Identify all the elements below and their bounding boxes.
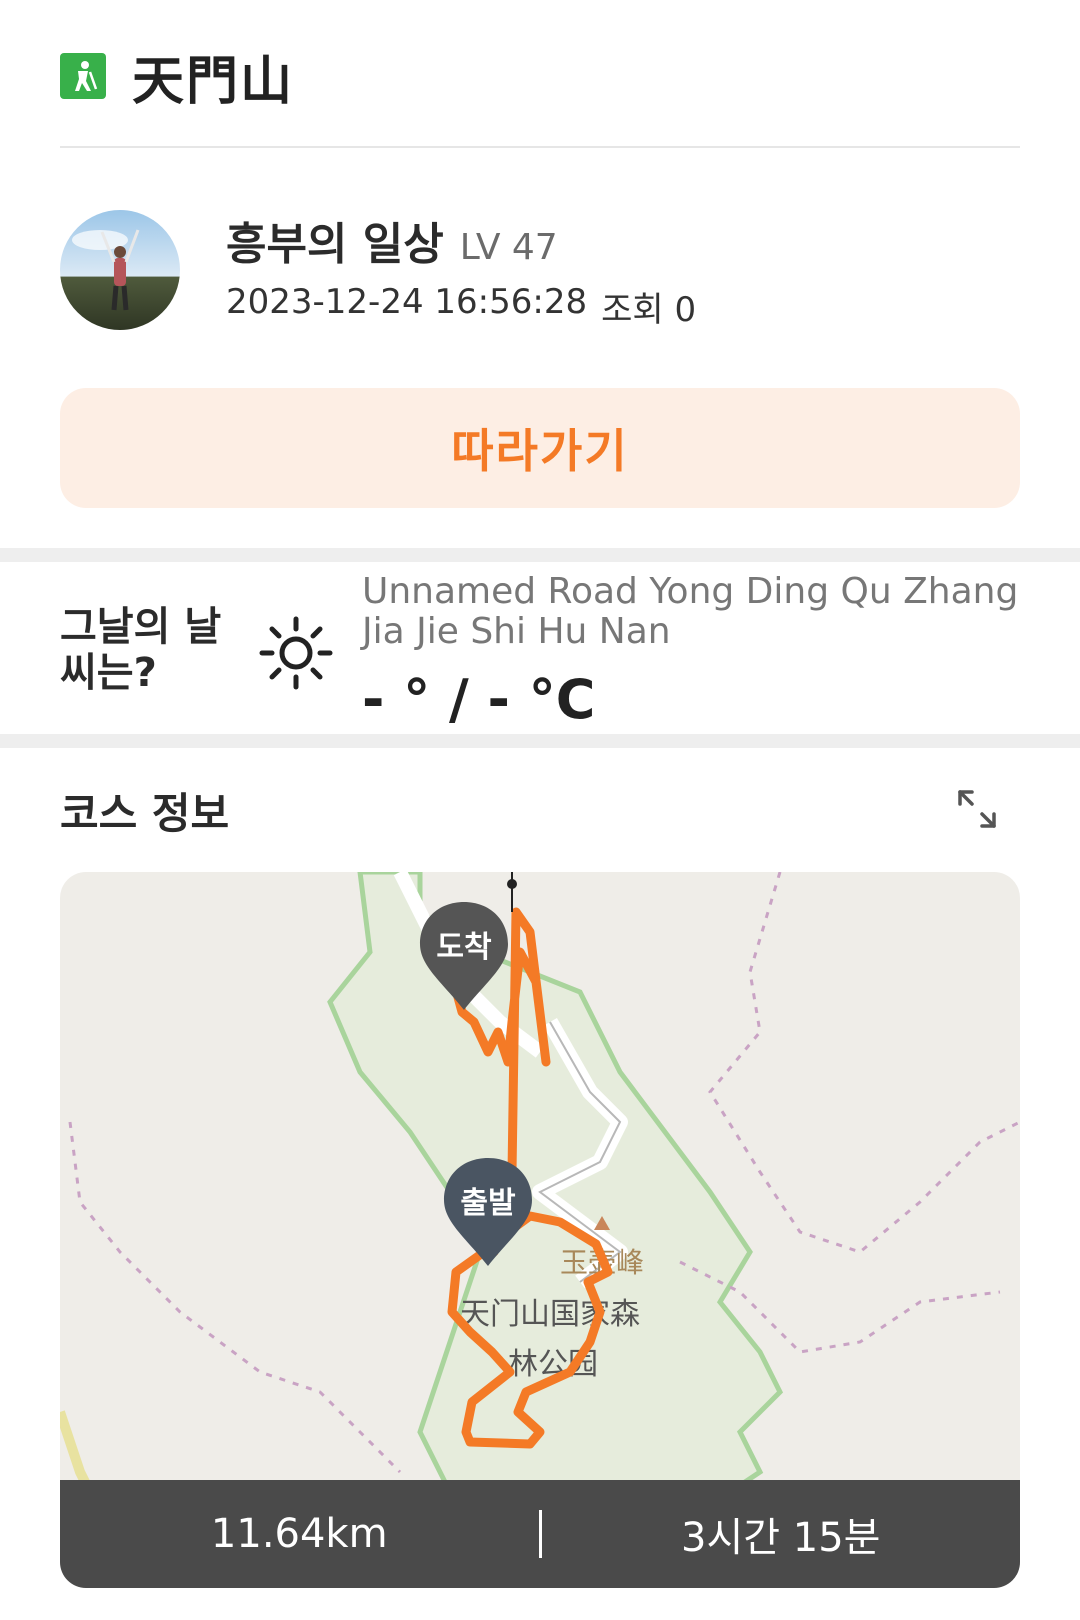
arrive-pin[interactable]: 도착: [416, 898, 512, 1014]
start-pin-label: 출발: [460, 1186, 516, 1221]
page-title: 天門山: [132, 50, 295, 112]
expand-icon[interactable]: [952, 784, 1002, 834]
section-divider: [0, 548, 1080, 562]
view-count: 조회 0: [601, 290, 697, 330]
author-profile: 흥부의 일상 LV 47 2023-12-24 16:56:28 조회 0: [60, 208, 696, 331]
course-title: 코스 정보: [60, 789, 230, 838]
arrive-pin-label: 도착: [436, 930, 492, 965]
course-map[interactable]: 玉壶峰 天门山国家森 林公园 도착 출발 11.64km 3시간 15분: [60, 872, 1020, 1588]
course-stats-bar: 11.64km 3시간 15분: [60, 1480, 1020, 1588]
weather-temperature: - ° / - °C: [362, 668, 596, 731]
start-pin[interactable]: 출발: [440, 1154, 536, 1270]
course-duration: 3시간 15분: [681, 1515, 881, 1561]
weather-question: 그날의 날씨는?: [60, 604, 250, 696]
weather-location: Unnamed Road Yong Ding Qu Zhang Jia Jie …: [362, 571, 1019, 652]
sun-icon: [258, 615, 334, 691]
avatar[interactable]: [60, 209, 180, 330]
post-datetime: 2023-12-24 16:56:28: [226, 282, 588, 322]
author-name[interactable]: 흥부의 일상: [226, 208, 444, 272]
author-level: LV 47: [459, 227, 558, 268]
page-header: 天門山: [60, 40, 294, 112]
map-label-park-1: 天门山国家森: [460, 1297, 640, 1332]
weather-question-text: 그날의 날씨는?: [60, 604, 222, 696]
hiking-icon: [60, 53, 106, 99]
section-divider: [0, 734, 1080, 748]
follow-button[interactable]: 따라가기: [60, 388, 1020, 508]
header-divider: [60, 146, 1020, 148]
course-distance: 11.64km: [210, 1511, 388, 1557]
